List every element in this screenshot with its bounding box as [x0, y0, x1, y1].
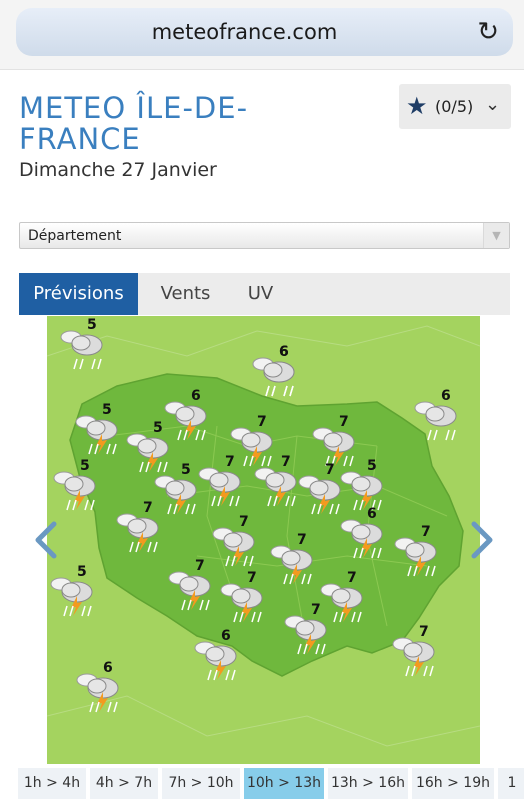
- weather-icon: 7: [217, 570, 269, 628]
- page-title-line1: METEO ÎLE-DE-: [19, 91, 249, 125]
- star-icon: ★: [406, 92, 428, 120]
- address-bar[interactable]: meteofrance.com ↻: [16, 8, 513, 56]
- weather-index-value: 7: [195, 558, 205, 574]
- storm-cloud-icon: [76, 673, 119, 713]
- storm-cloud-icon: [116, 513, 159, 553]
- weather-index-value: 5: [80, 458, 90, 474]
- storm-cloud-icon: [284, 615, 327, 655]
- departement-select[interactable]: Département ▼: [19, 222, 510, 249]
- storm-cloud-icon: [194, 641, 237, 681]
- browser-bar: meteofrance.com ↻: [0, 0, 524, 70]
- time-slot-bar: 1h > 4h 4h > 7h 7h > 10h 10h > 13h 13h >…: [18, 768, 524, 799]
- weather-icon: 6: [411, 388, 463, 446]
- weather-icon: 7: [391, 524, 443, 582]
- weather-index-value: 7: [281, 454, 291, 470]
- tab-vents[interactable]: Vents: [144, 273, 227, 315]
- weather-icon: 5: [57, 317, 109, 375]
- weather-index-value: 5: [77, 564, 87, 580]
- storm-cloud-icon: [270, 545, 313, 585]
- weather-icon: 6: [337, 506, 389, 564]
- weather-index-value: 5: [153, 420, 163, 436]
- weather-index-value: 5: [102, 402, 112, 418]
- storm-cloud-icon: [75, 415, 118, 455]
- weather-index-value: 5: [181, 462, 191, 478]
- rain-cloud-icon: [60, 330, 103, 370]
- chevron-down-icon: ⌄: [485, 94, 501, 115]
- weather-index-value: 7: [297, 532, 307, 548]
- weather-index-value: 6: [441, 388, 451, 404]
- weather-index-value: 7: [247, 570, 257, 586]
- weather-index-value: 7: [143, 500, 153, 516]
- url-text[interactable]: meteofrance.com: [16, 20, 473, 44]
- time-slot-7h-10h[interactable]: 7h > 10h: [162, 768, 242, 799]
- weather-icon: 7: [281, 602, 333, 660]
- rain-cloud-icon: [252, 357, 295, 397]
- tab-uv[interactable]: UV: [233, 273, 288, 315]
- forecast-map[interactable]: 5665657765577775767757777766: [47, 316, 480, 764]
- favorites-count: (0/5): [435, 97, 474, 116]
- weather-index-value: 7: [347, 570, 357, 586]
- weather-icon: 7: [165, 558, 217, 616]
- favorites-button[interactable]: ★ (0/5) ⌄: [399, 84, 511, 129]
- storm-cloud-icon: [168, 571, 211, 611]
- storm-cloud-icon: [340, 519, 383, 559]
- weather-index-value: 7: [419, 624, 429, 640]
- weather-index-value: 7: [225, 454, 235, 470]
- time-slot-4h-7h[interactable]: 4h > 7h: [90, 768, 160, 799]
- weather-index-value: 6: [221, 628, 231, 644]
- chevron-right-icon[interactable]: [466, 520, 496, 560]
- reload-icon[interactable]: ↻: [477, 17, 499, 47]
- weather-icon: 6: [249, 344, 301, 402]
- weather-icon: 7: [389, 624, 441, 682]
- departement-select-value: Département: [28, 228, 122, 244]
- time-slot-1h-4h[interactable]: 1h > 4h: [18, 768, 88, 799]
- storm-cloud-icon: [394, 537, 437, 577]
- page-title-line2: FRANCE: [19, 122, 141, 156]
- weather-index-value: 7: [325, 462, 335, 478]
- time-slot-16h-19h[interactable]: 16h > 19h: [412, 768, 496, 799]
- storm-cloud-icon: [392, 637, 435, 677]
- weather-index-value: 5: [87, 317, 97, 333]
- storm-cloud-icon: [50, 577, 93, 617]
- weather-icon: 5: [72, 402, 124, 460]
- storm-cloud-icon: [220, 583, 263, 623]
- weather-index-value: 7: [311, 602, 321, 618]
- rain-cloud-icon: [414, 401, 457, 441]
- weather-index-value: 6: [367, 506, 377, 522]
- storm-cloud-icon: [198, 467, 241, 507]
- forecast-date: Dimanche 27 Janvier: [19, 159, 217, 181]
- weather-icon: 6: [73, 660, 125, 718]
- weather-index-value: 5: [367, 458, 377, 474]
- page-title: METEO ÎLE-DE- FRANCE: [19, 93, 269, 155]
- tab-previsions[interactable]: Prévisions: [19, 273, 138, 315]
- weather-index-value: 7: [257, 414, 267, 430]
- time-slot-next[interactable]: 1: [498, 768, 524, 799]
- select-arrow-icon[interactable]: ▼: [483, 223, 509, 248]
- chevron-left-icon[interactable]: [32, 520, 62, 560]
- weather-index-value: 6: [103, 660, 113, 676]
- weather-icon: 7: [113, 500, 165, 558]
- weather-icon: 6: [191, 628, 243, 686]
- forecast-tabs: Prévisions Vents UV: [19, 273, 510, 315]
- weather-icon: 5: [47, 564, 99, 622]
- weather-index-value: 6: [279, 344, 289, 360]
- weather-icon: 7: [267, 532, 319, 590]
- weather-index-value: 6: [191, 388, 201, 404]
- weather-icon: 7: [195, 454, 247, 512]
- weather-index-value: 7: [339, 414, 349, 430]
- weather-index-value: 7: [239, 514, 249, 530]
- weather-icon: 5: [50, 458, 102, 516]
- storm-cloud-icon: [53, 471, 96, 511]
- time-slot-13h-16h[interactable]: 13h > 16h: [328, 768, 410, 799]
- time-slot-10h-13h[interactable]: 10h > 13h: [244, 768, 326, 799]
- weather-index-value: 7: [421, 524, 431, 540]
